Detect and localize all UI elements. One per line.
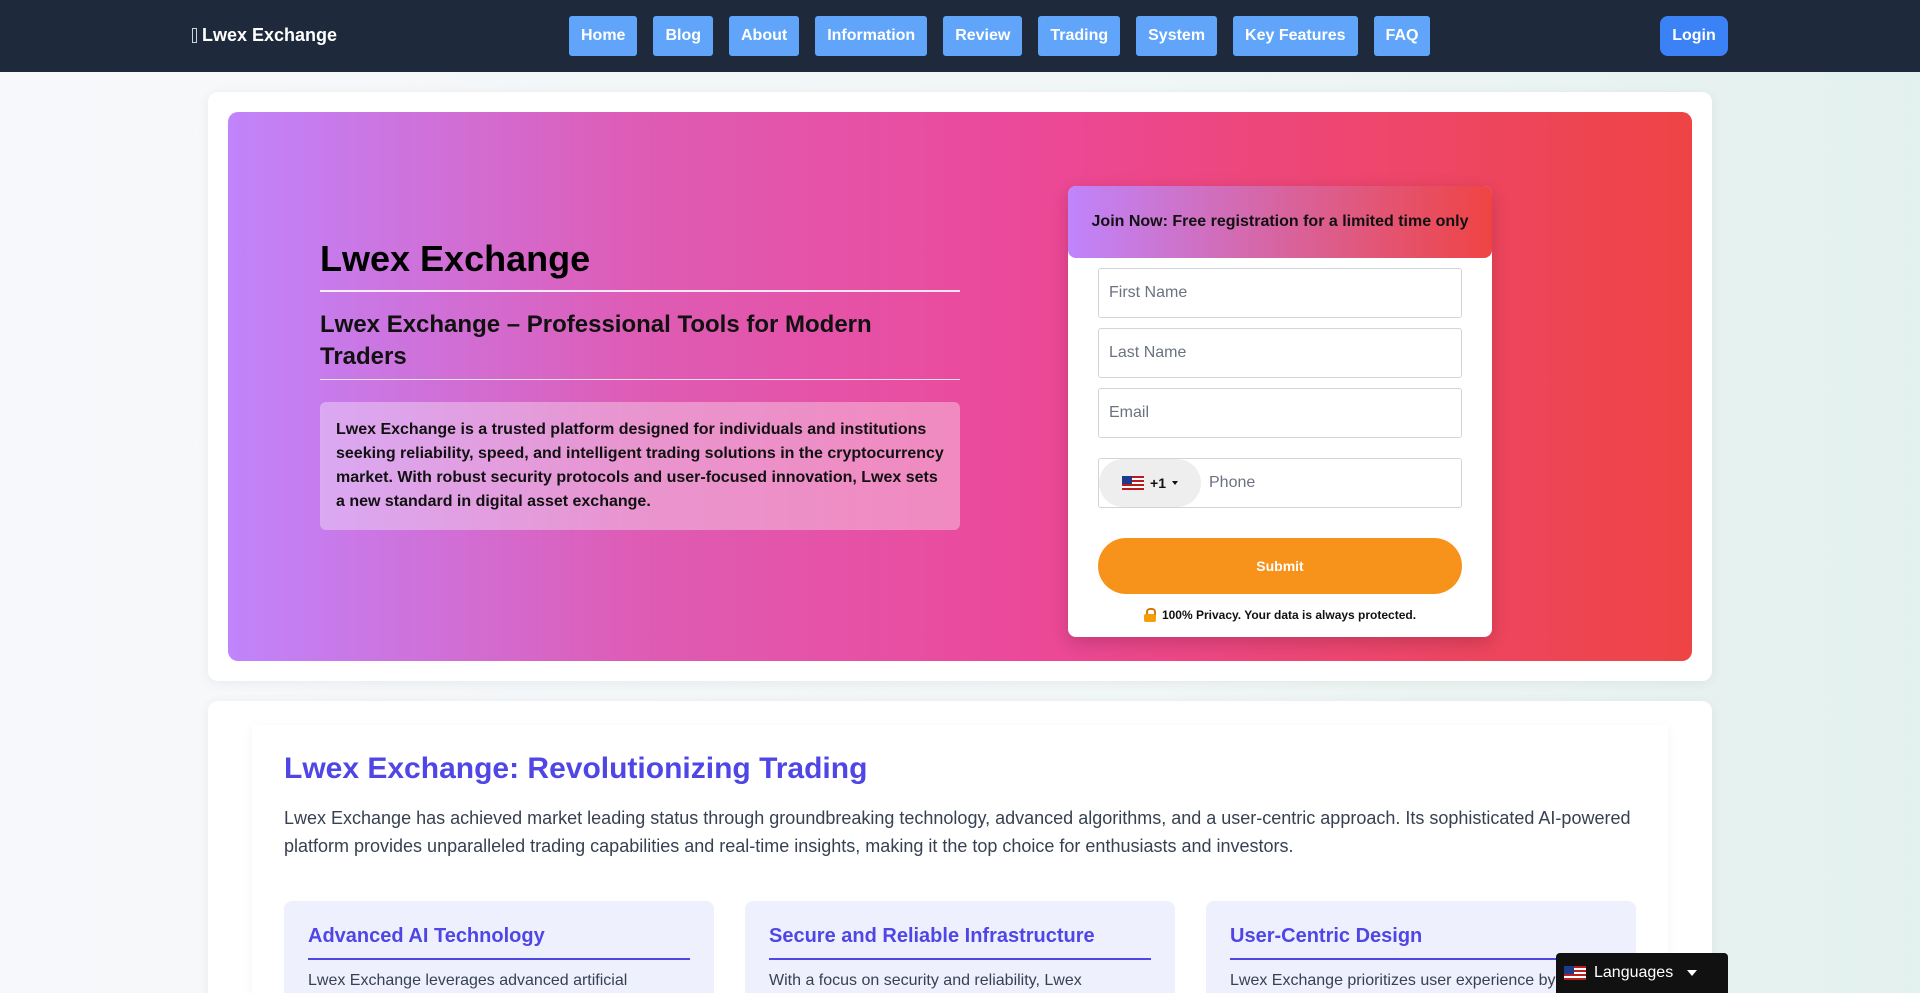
email-input[interactable] — [1098, 388, 1462, 438]
nav-link-review[interactable]: Review — [943, 16, 1023, 56]
country-code: +1 — [1150, 475, 1166, 491]
feature-text: Lwex Exchange leverages advanced artific… — [308, 972, 628, 989]
nav-links: Home Blog About Information Review Tradi… — [569, 16, 1431, 56]
caret-down-icon — [1687, 970, 1698, 976]
privacy-text: 100% Privacy. Your data is always protec… — [1161, 608, 1417, 622]
registration-form: Join Now: Free registration for a limite… — [1068, 186, 1492, 637]
feature-card-security: Secure and Reliable Infrastructure With … — [745, 901, 1175, 993]
nav-link-home[interactable]: Home — [569, 16, 638, 56]
feature-text: With a focus on security and reliability… — [769, 972, 1082, 989]
phone-field: +1 — [1098, 458, 1462, 508]
feature-title: Advanced AI Technology — [308, 925, 690, 960]
nav-link-system[interactable]: System — [1136, 16, 1218, 56]
feature-text: Lwex Exchange prioritizes user experienc… — [1230, 972, 1556, 989]
brand-name: Lwex Exchange — [202, 25, 338, 45]
hero-description: Lwex Exchange is a trusted platform desi… — [320, 402, 960, 530]
top-navbar: Lwex Exchange Home Blog About Informatio… — [0, 0, 1920, 72]
brand-icon — [192, 28, 197, 43]
nav-link-information[interactable]: Information — [815, 16, 928, 56]
submit-button[interactable]: Submit — [1098, 538, 1462, 594]
caret-down-icon — [1171, 481, 1178, 485]
section-title: Lwex Exchange: Revolutionizing Trading — [284, 752, 868, 785]
lock-icon — [1143, 608, 1156, 622]
phone-input[interactable] — [1209, 459, 1459, 507]
nav-link-key-features[interactable]: Key Features — [1233, 16, 1358, 56]
nav-link-faq[interactable]: FAQ — [1373, 16, 1431, 56]
section-text: Lwex Exchange has achieved market leadin… — [284, 808, 1631, 856]
login-button[interactable]: Login — [1660, 16, 1728, 56]
feature-card-ai: Advanced AI Technology Lwex Exchange lev… — [284, 901, 714, 993]
last-name-input[interactable] — [1098, 328, 1462, 378]
form-header: Join Now: Free registration for a limite… — [1068, 186, 1492, 258]
feature-title: User-Centric Design — [1230, 925, 1612, 960]
feature-title: Secure and Reliable Infrastructure — [769, 925, 1151, 960]
us-flag-icon — [1122, 476, 1145, 490]
privacy-note: 100% Privacy. Your data is always protec… — [1068, 608, 1492, 622]
language-label: Languages — [1594, 964, 1674, 981]
nav-link-trading[interactable]: Trading — [1038, 16, 1121, 56]
hero-title: Lwex Exchange — [320, 238, 960, 292]
brand-logo[interactable]: Lwex Exchange — [192, 25, 337, 46]
nav-link-blog[interactable]: Blog — [653, 16, 713, 56]
hero-subtitle: Lwex Exchange – Professional Tools for M… — [320, 309, 960, 380]
nav-link-about[interactable]: About — [729, 16, 800, 56]
first-name-input[interactable] — [1098, 268, 1462, 318]
us-flag-icon — [1564, 966, 1586, 980]
country-code-select[interactable]: +1 — [1099, 459, 1201, 507]
language-selector[interactable]: Languages — [1556, 953, 1728, 993]
